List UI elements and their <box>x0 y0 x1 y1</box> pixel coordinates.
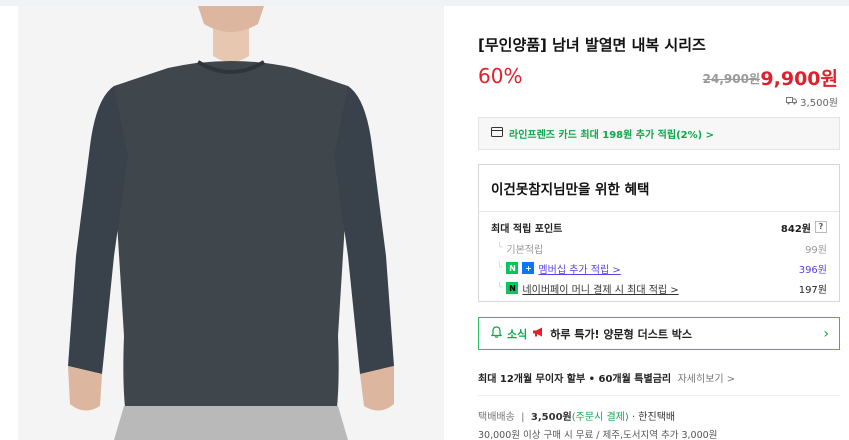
card-promo-banner[interactable]: 라인프렌즈 카드 최대 198원 추가 적립(2%) > <box>478 117 840 150</box>
delivery-info: 택배배송 | 3,500원(주문시 결제) · 한진택배 <box>478 408 675 423</box>
delivery-payment: (주문시 결제) <box>571 412 629 423</box>
max-points-value-wrap: 842원 ? <box>781 220 827 235</box>
membership-link[interactable]: 멤버십 추가 적립 > <box>538 261 620 276</box>
card-promo-text: 라인프렌즈 카드 최대 198원 추가 적립(2%) > <box>509 130 715 141</box>
benefit-heading: 이건못참지님만을 위한 혜택 <box>479 165 839 212</box>
divider <box>478 395 840 396</box>
credit-card-icon <box>491 127 503 140</box>
installment-detail-link[interactable]: 자세히보기 > <box>678 374 736 385</box>
bell-icon <box>490 326 503 341</box>
naverpay-label-wrap: └ N 네이버페이 머니 결제 시 최대 적립 > <box>497 281 679 296</box>
product-image[interactable] <box>18 6 444 440</box>
membership-label-wrap: └ N + 멤버십 추가 적립 > <box>497 261 621 276</box>
installment-text: 최대 12개월 무이자 할부 • 60개월 특별금리 <box>478 374 672 385</box>
basic-points-label-wrap: └ 기본적립 <box>497 241 543 256</box>
tree-branch-icon: └ <box>497 263 503 273</box>
tree-branch-icon: └ <box>497 243 503 253</box>
shipping-fee: 3,500원 <box>786 94 838 109</box>
max-points-value: 842원 <box>780 223 811 235</box>
delivery-carrier: · 한진택배 <box>631 412 676 423</box>
naver-n-icon: N <box>506 262 519 274</box>
benefit-box: 이건못참지님만을 위한 혜택 최대 적립 포인트 842원 ? └ 기본적립 9… <box>478 164 840 302</box>
naverpay-icon: N <box>506 282 519 294</box>
membership-points-value: 396원 <box>798 264 827 276</box>
shipping-fee-value: 3,500원 <box>800 98 838 109</box>
original-price: 24,900원 <box>702 72 760 86</box>
product-photo-illustration <box>18 6 444 440</box>
basic-points-value: 99원 <box>805 244 827 256</box>
installment-info: 최대 12개월 무이자 할부 • 60개월 특별금리 자세히보기 > <box>478 370 735 385</box>
news-text: 하루 특가! 양문형 더스트 박스 <box>550 327 693 341</box>
free-shipping-condition: 30,000원 이상 구매 시 무료 / 제주,도서지역 추가 3,000원 <box>478 430 718 440</box>
help-icon[interactable]: ? <box>815 221 827 233</box>
naverpay-points-value: 197원 <box>798 284 827 296</box>
news-label: 소식 <box>507 327 528 341</box>
tree-branch-icon: └ <box>497 283 503 293</box>
max-points-label: 최대 적립 포인트 <box>491 223 563 235</box>
truck-icon <box>786 96 798 108</box>
basic-points-label: 기본적립 <box>506 244 544 256</box>
chevron-right-icon: › <box>823 325 829 342</box>
sale-price: 9,900원 <box>760 68 838 90</box>
naverpay-link[interactable]: 네이버페이 머니 결제 시 최대 적립 > <box>522 281 678 296</box>
delivery-fee: 3,500원 <box>530 412 572 423</box>
product-title: [무인양품] 남녀 발열면 내복 시리즈 <box>478 36 706 54</box>
delivery-separator: | <box>518 412 528 423</box>
megaphone-icon <box>532 327 545 340</box>
discount-rate: 60% <box>478 64 523 88</box>
plus-icon: + <box>522 262 535 274</box>
news-banner[interactable]: 소식 하루 특가! 양문형 더스트 박스 › <box>478 317 840 350</box>
delivery-type: 택배배송 <box>478 412 515 423</box>
